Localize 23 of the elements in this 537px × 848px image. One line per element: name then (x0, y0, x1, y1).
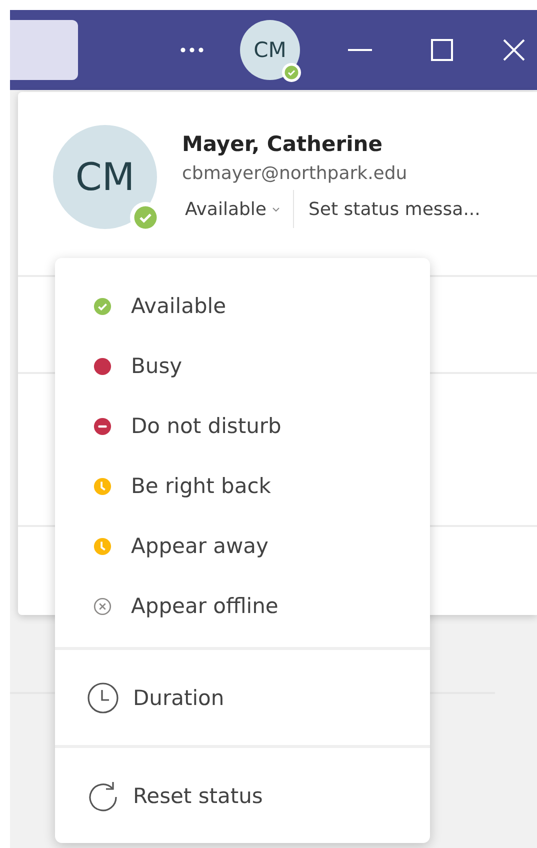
avatar[interactable]: CM (240, 20, 300, 80)
status-menu-item[interactable]: Do not disturb (55, 396, 430, 456)
close-icon (503, 39, 525, 61)
user-email: cbmayer@northpark.edu (182, 163, 408, 184)
status-menu-item[interactable]: Be right back (55, 456, 430, 516)
status-message-button[interactable]: Set status messa... (308, 192, 480, 226)
avatar-initials: CM (75, 155, 135, 199)
minimize-icon (348, 49, 372, 51)
status-menu-item[interactable]: Appear away (55, 516, 430, 576)
status-dropdown[interactable]: Available (182, 192, 284, 226)
status-menu-item[interactable]: Appear offline (55, 576, 430, 636)
refresh-icon (87, 780, 119, 812)
status-menu-item[interactable]: Busy (55, 336, 430, 396)
menu-item[interactable]: Duration (55, 650, 430, 745)
menu-item[interactable]: Reset status (55, 748, 430, 843)
avatar-initials: CM (254, 38, 286, 62)
search-field[interactable] (10, 20, 78, 80)
more-icon (180, 47, 204, 53)
user-name: Mayer, Catherine (182, 132, 384, 156)
clock-icon (87, 682, 119, 714)
chevron-down-icon (272, 206, 280, 212)
maximize-icon (431, 39, 453, 61)
status-menu-item[interactable]: Available (55, 276, 430, 336)
